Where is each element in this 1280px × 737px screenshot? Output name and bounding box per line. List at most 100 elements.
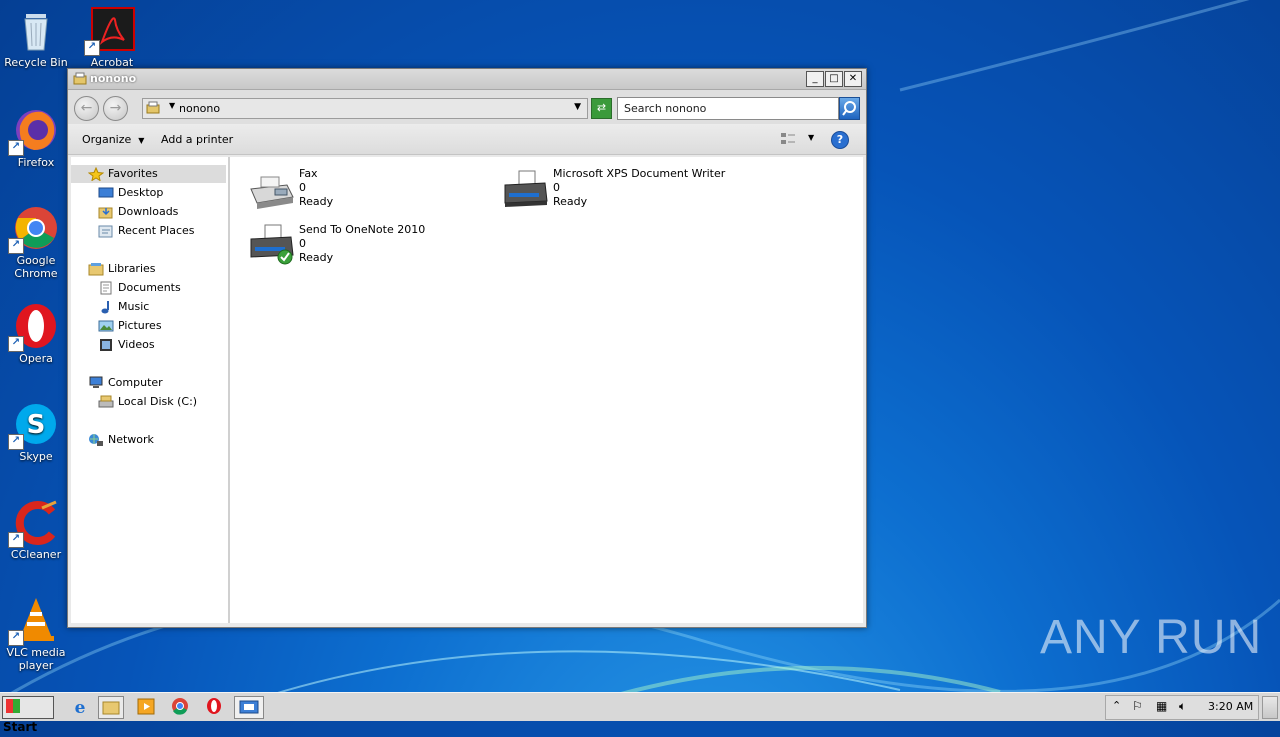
address-dropdown-icon[interactable]: ▼ [574,102,581,112]
chrome-icon: ↗ [8,204,60,254]
nav-label: Videos [118,338,155,351]
desktop-icon-chrome[interactable]: ↗ Google Chrome [1,204,71,280]
recent-places-icon [98,225,113,238]
desktop-icon-opera[interactable]: ↗ Opera [1,302,71,365]
taskbar-clock[interactable]: 3:20 AM [1208,700,1253,713]
nav-label: Recent Places [118,224,195,237]
nav-local-disk[interactable]: Local Disk (C:) [98,393,197,411]
printers-list: Fax 0 Ready Microsoft XPS Document Write… [230,157,863,623]
shortcut-arrow-icon: ↗ [8,336,24,352]
nav-label: Computer [108,376,163,389]
nav-computer[interactable]: Computer [88,374,163,392]
ccleaner-icon: ↗ [8,498,60,548]
printer-item-xps[interactable]: Microsoft XPS Document Writer 0 Ready [501,167,761,219]
shortcut-arrow-icon: ↗ [8,434,24,450]
printer-status: Ready [553,195,588,208]
organize-label: Organize [82,133,132,146]
command-bar: Organize ▼ Add a printer ▼ ? [68,124,866,155]
taskbar-opera-icon[interactable] [202,696,226,717]
taskbar-printers-window-icon[interactable] [234,696,264,719]
downloads-folder-icon [98,207,113,219]
printer-folder-icon [146,101,160,114]
music-icon [101,301,109,314]
desktop-icon-label: Skype [19,450,53,463]
refresh-button[interactable]: ⇄ [591,98,612,119]
firefox-icon: ↗ [8,106,60,156]
nav-label: Pictures [118,319,162,332]
nav-downloads[interactable]: Downloads [98,203,178,221]
desktop-icon-label: Opera [19,352,53,365]
nav-label: Local Disk (C:) [118,395,198,408]
nav-desktop[interactable]: Desktop [98,184,163,202]
printer-name: Microsoft XPS Document Writer [553,167,726,180]
taskbar: Start e ⌃ ⚐ ▦ 🔈︎ 3:20 AM [0,692,1280,734]
address-box[interactable]: ▼ nonono ▼ [142,98,588,119]
change-view-icon[interactable] [780,132,796,146]
videos-icon [100,339,112,351]
network-tray-icon[interactable]: ▦ [1156,699,1167,713]
back-button[interactable]: ← [74,96,99,121]
shortcut-arrow-icon: ↗ [8,630,24,646]
anyrun-watermark: ANY RUN [1040,611,1263,664]
nav-videos[interactable]: Videos [98,336,155,354]
shortcut-arrow-icon: ↗ [8,532,24,548]
forward-button[interactable]: → [103,96,128,121]
action-center-flag-icon[interactable]: ⚐ [1132,699,1143,713]
desktop-icon-ccleaner[interactable]: ↗ CCleaner [1,498,71,561]
shortcut-arrow-icon: ↗ [8,140,24,156]
nav-favorites[interactable]: Favorites [71,165,226,183]
organize-button[interactable]: Organize ▼ [82,133,144,146]
taskbar-chrome-icon[interactable] [168,696,192,717]
star-icon [88,167,104,181]
close-button[interactable]: ✕ [844,71,862,87]
libraries-icon [88,263,104,276]
taskbar-ie-icon[interactable]: e [68,696,92,718]
acrobat-icon: ↗ [84,6,136,56]
window-titlebar[interactable]: nonono _ □ ✕ [68,69,866,90]
maximize-button[interactable]: □ [825,71,843,87]
nav-documents[interactable]: Documents [98,279,181,297]
address-path: nonono [179,102,221,115]
printer-item-onenote[interactable]: Send To OneNote 2010 0 Ready [247,223,467,275]
desktop-icon-skype[interactable]: S ↗ Skype [1,400,71,463]
start-label: Start [3,720,38,734]
nav-label: Music [118,300,150,313]
nav-recent-places[interactable]: Recent Places [98,222,195,240]
view-dropdown-icon[interactable]: ▼ [808,133,814,142]
taskbar-explorer-icon[interactable] [98,696,124,719]
documents-icon [100,281,112,295]
volume-icon[interactable]: 🔈︎ [1179,699,1186,714]
add-printer-button[interactable]: Add a printer [161,133,233,146]
search-button[interactable] [839,97,860,120]
show-hidden-icons-icon[interactable]: ⌃ [1112,699,1121,712]
shortcut-arrow-icon: ↗ [8,238,24,254]
search-input[interactable]: Search nonono [617,97,839,120]
nav-label: Documents [118,281,181,294]
printer-item-fax[interactable]: Fax 0 Ready [247,167,467,219]
nav-pictures[interactable]: Pictures [98,317,162,335]
breadcrumb-arrow-icon[interactable]: ▼ [169,101,175,110]
default-printer-icon [250,224,294,265]
nav-network[interactable]: Network [88,431,154,449]
svg-text:e: e [75,698,86,717]
printer-jobs: 0 [553,181,560,194]
nav-label: Network [108,433,154,446]
printer-icon [504,170,548,207]
desktop-icon-vlc[interactable]: ↗ VLC media player [1,596,71,672]
nav-libraries[interactable]: Libraries [88,260,156,278]
help-icon[interactable]: ? [831,131,849,149]
show-desktop-button[interactable] [1262,696,1278,719]
explorer-window: nonono _ □ ✕ ← → ▼ nonono ▼ ⇄ Search non… [67,68,867,628]
nav-label: Libraries [108,262,156,275]
network-icon [89,434,103,446]
desktop-icon-acrobat[interactable]: ↗ Acrobat [77,6,147,69]
printer-name: Fax [299,167,318,180]
minimize-button[interactable]: _ [806,71,824,87]
desktop-icon-firefox[interactable]: ↗ Firefox [1,106,71,169]
hard-disk-icon [98,395,114,408]
nav-music[interactable]: Music [98,298,149,316]
nav-label: Downloads [118,205,179,218]
start-button[interactable]: Start [2,696,54,734]
taskbar-media-player-icon[interactable] [134,696,158,717]
desktop-icon-recycle-bin[interactable]: Recycle Bin [1,6,71,69]
